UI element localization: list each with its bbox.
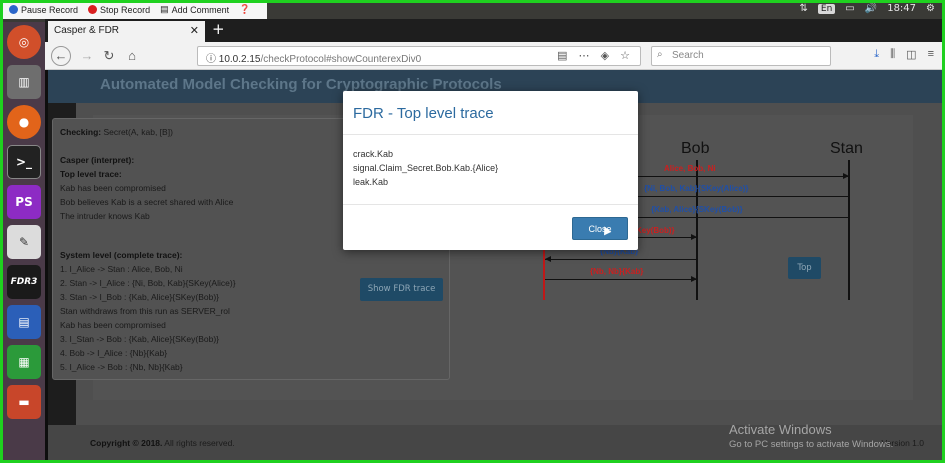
clock[interactable]: 18:47 — [887, 3, 916, 14]
message-line — [545, 259, 696, 260]
text-editor-icon[interactable]: ✎ — [7, 225, 41, 259]
volume-icon[interactable]: 🔊 — [865, 3, 877, 14]
url-path: /checkProtocol#showCounterexDiv0 — [260, 54, 422, 65]
search-icon: ⌕ — [657, 49, 663, 60]
message-label: Key(Bob)} — [636, 226, 675, 235]
add-comment-button[interactable]: ▤ Add Comment — [160, 4, 229, 15]
arrow-left-icon — [545, 256, 551, 262]
message-label: {Nb, Nb}{Kab} — [590, 267, 644, 276]
network-icon[interactable]: ⇅ — [800, 3, 808, 14]
arrow-right-icon — [691, 276, 697, 282]
home-button[interactable]: ⌂ — [123, 47, 141, 65]
watermark-subtitle: Go to PC settings to activate Windows. — [729, 439, 894, 450]
navigation-bar: ← → ↻ ⌂ ⓘ 10.0.2.15/checkProtocol#showCo… — [45, 42, 942, 70]
menu-icon[interactable]: ≡ — [928, 48, 934, 61]
add-comment-label: Add Comment — [171, 4, 230, 15]
settings-gear-icon[interactable]: ⚙ — [926, 3, 935, 14]
sidebar-icon[interactable]: ◫ — [906, 48, 916, 61]
copyright: Copyright © 2018. All rights reserved. — [90, 438, 235, 448]
forward-button[interactable]: → — [78, 47, 96, 65]
pause-record-label: Pause Record — [21, 4, 79, 15]
top-button[interactable]: Top — [788, 257, 821, 279]
phpstorm-icon[interactable]: PS — [7, 185, 41, 219]
search-input[interactable]: ⌕ Search — [651, 46, 831, 66]
arrow-right-icon — [843, 173, 849, 179]
copyright-label: Copyright © 2018. — [90, 438, 163, 448]
system-tray: ⇅ En ▭ 🔊 18:47 ⚙ — [800, 3, 935, 14]
launcher-dock: ◎ ▥ ● >_ PS ✎ FDR3 ▤ ▦ ▬ — [3, 22, 45, 460]
info-icon[interactable]: ⓘ — [206, 54, 216, 65]
message-label: Alice, Bob, Ni — [664, 164, 716, 173]
url-actions: ▤ ⋯ ◈ ☆ — [557, 49, 634, 62]
bookmark-star-icon[interactable]: ☆ — [620, 50, 634, 62]
writer-icon[interactable]: ▤ — [7, 305, 41, 339]
arrow-right-icon — [691, 234, 697, 240]
url-bar[interactable]: ⓘ 10.0.2.15/checkProtocol#showCounterexD… — [197, 46, 641, 66]
calc-icon[interactable]: ▦ — [7, 345, 41, 379]
files-icon[interactable]: ▥ — [7, 65, 41, 99]
show-fdr-trace-button[interactable]: Show FDR trace — [360, 278, 443, 301]
trace-line: signal.Claim_Secret.Bob.Kab.{Alice} — [353, 163, 499, 173]
modal-body: crack.Kab signal.Claim_Secret.Bob.Kab.{A… — [343, 135, 638, 205]
tab-title: Casper & FDR — [54, 25, 120, 36]
keyboard-layout-indicator[interactable]: En — [817, 3, 836, 14]
stop-icon — [88, 5, 98, 14]
impress-icon[interactable]: ▬ — [7, 385, 41, 419]
message-line — [545, 279, 696, 280]
system-level-line: 5. I_Alice -> Bob : {Nb, Nb}{Kab} — [60, 362, 183, 372]
tab-casper-fdr[interactable]: Casper & FDR ✕ — [48, 21, 205, 42]
copyright-rest: All rights reserved. — [162, 438, 235, 448]
modal-footer: Close — [343, 205, 638, 250]
reader-view-icon[interactable]: ▤ — [557, 50, 571, 62]
toolbar-right: ⤓ ⫼ ◫ ≡ — [874, 48, 934, 61]
system-level-line: 4. Bob -> I_Alice : {Nb}{Kab} — [60, 348, 168, 358]
actor-bob: Bob — [681, 140, 710, 157]
library-icon[interactable]: ⫼ — [890, 48, 895, 61]
terminal-icon[interactable]: >_ — [7, 145, 41, 179]
watermark-title: Activate Windows — [729, 422, 832, 437]
system-level-line: Kab has been compromised — [60, 320, 166, 330]
download-icon[interactable]: ⤓ — [874, 48, 879, 61]
modal-title: FDR - Top level trace — [353, 105, 494, 122]
activation-watermark: Activate Windows Go to PC settings to ac… — [729, 422, 893, 450]
system-level-line: 3. I_Stan -> Bob : {Kab, Alice}{SKey(Bob… — [60, 334, 220, 344]
help-icon[interactable]: ❓ — [239, 4, 250, 15]
tab-bar: Casper & FDR ✕ + — [45, 19, 942, 42]
trace-line: crack.Kab — [353, 149, 394, 159]
message-label: {Ni, Bob, Kab}{SKey(Alice)} — [644, 184, 749, 193]
reload-button[interactable]: ↻ — [100, 47, 118, 65]
close-tab-icon[interactable]: ✕ — [190, 24, 199, 37]
pause-icon — [9, 5, 18, 14]
checking-value: Secret(A, kab, [B]) — [103, 127, 173, 137]
page-actions-icon[interactable]: ⋯ — [579, 50, 594, 62]
system-level-line: 1. I_Alice -> Stan : Alice, Bob, Ni — [60, 264, 183, 274]
url-host: 10.0.2.15 — [218, 54, 261, 65]
actor-stan: Stan — [830, 140, 863, 157]
fdr-trace-modal: FDR - Top level trace crack.Kab signal.C… — [343, 91, 638, 250]
message-label: {Kab, Alice}{SKey(Bob)} — [651, 205, 743, 214]
system-level-line: Stan withdraws from this run as SERVER_r… — [60, 306, 230, 316]
pocket-icon[interactable]: ◈ — [601, 50, 613, 62]
system-level-heading: System level (complete trace): — [60, 250, 183, 260]
lifeline-stan — [848, 160, 850, 300]
stop-record-button[interactable]: Stop Record — [88, 5, 150, 15]
comment-icon: ▤ — [160, 4, 169, 14]
ubuntu-logo-icon[interactable]: ◎ — [7, 25, 41, 59]
modal-header: FDR - Top level trace — [343, 91, 638, 135]
trace-line: leak.Kab — [353, 177, 389, 187]
pause-record-button[interactable]: Pause Record — [9, 5, 78, 15]
fdr3-icon[interactable]: FDR3 — [7, 265, 41, 299]
stop-record-label: Stop Record — [100, 4, 151, 15]
checking-label: Checking: — [60, 127, 102, 137]
firefox-icon[interactable]: ● — [7, 105, 41, 139]
battery-icon[interactable]: ▭ — [845, 3, 854, 14]
recording-toolbar: Pause Record Stop Record ▤ Add Comment ❓ — [3, 0, 267, 19]
back-button[interactable]: ← — [51, 46, 71, 66]
new-tab-button[interactable]: + — [212, 20, 225, 38]
search-placeholder: Search — [672, 50, 704, 61]
